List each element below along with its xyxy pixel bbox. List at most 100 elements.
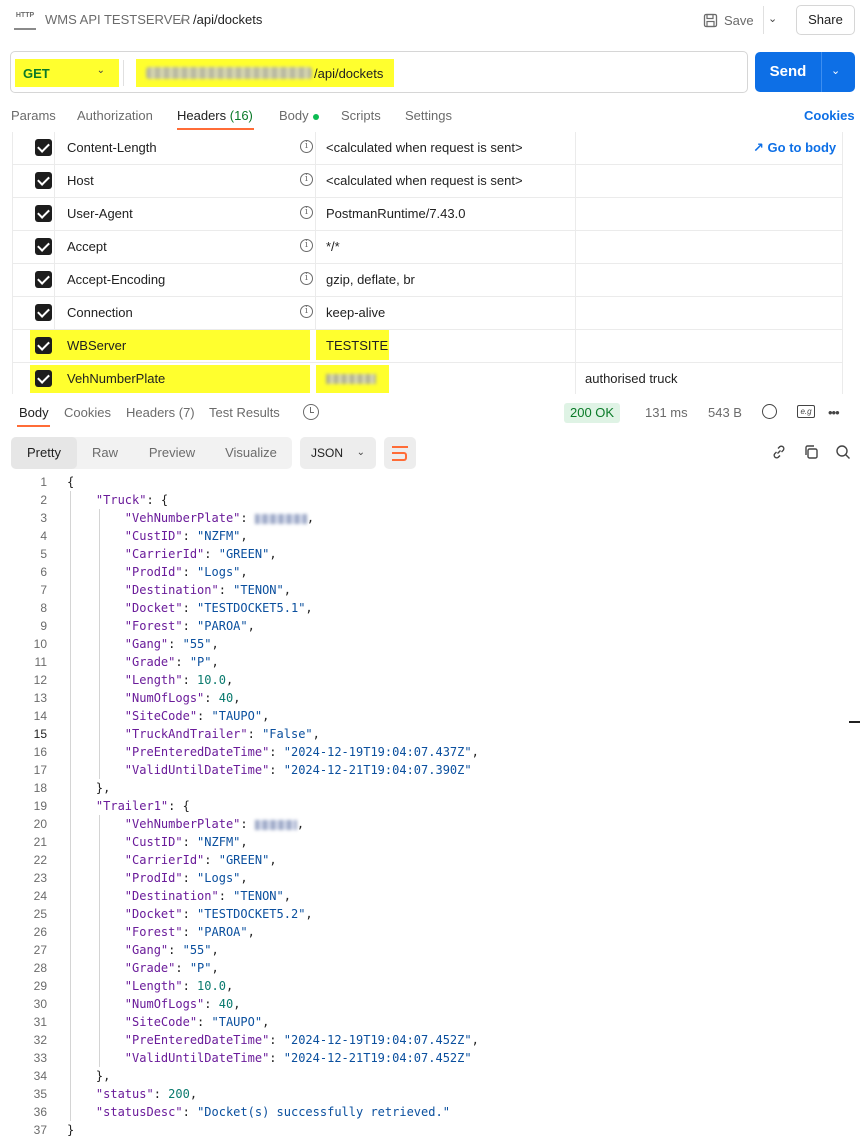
checkbox[interactable] <box>35 238 52 255</box>
more-icon[interactable]: ••• <box>828 405 840 420</box>
header-description[interactable]: authorised truck <box>585 371 678 386</box>
header-value[interactable]: */* <box>326 239 340 254</box>
header-key[interactable]: Host <box>67 173 94 188</box>
search-icon[interactable] <box>834 444 852 462</box>
view-visualize[interactable]: Visualize <box>213 437 289 469</box>
redacted-header-value[interactable] <box>326 374 376 384</box>
wrap-lines-button[interactable] <box>384 437 416 469</box>
divider <box>575 231 576 264</box>
active-tab-indicator <box>17 425 50 427</box>
tab-response-body[interactable]: Body <box>19 405 49 420</box>
checkbox[interactable] <box>35 304 52 321</box>
view-pretty[interactable]: Pretty <box>11 437 77 469</box>
header-key[interactable]: WBServer <box>67 338 126 353</box>
line-number: 21 <box>33 835 47 849</box>
tab-body[interactable]: Body <box>279 108 319 123</box>
status-badge[interactable]: 200 OK <box>564 403 621 423</box>
method-select[interactable]: GET ⌄ <box>15 59 119 87</box>
line-number: 35 <box>33 1087 47 1101</box>
divider <box>763 6 764 34</box>
header-key[interactable]: User-Agent <box>67 206 133 221</box>
code-line: 30 "NumOfLogs": 40, <box>0 995 848 1013</box>
response-size[interactable]: 543 B <box>708 405 742 420</box>
save-options-chevron-icon[interactable]: ⌄ <box>768 12 784 28</box>
checkbox[interactable] <box>35 337 52 354</box>
format-select[interactable]: JSON ⌄ <box>300 437 376 469</box>
tab-headers[interactable]: Headers (16) <box>177 108 253 123</box>
history-icon[interactable] <box>303 404 319 420</box>
code-line: 22 "CarrierId": "GREEN", <box>0 851 848 869</box>
tab-settings[interactable]: Settings <box>405 108 452 123</box>
view-preview[interactable]: Preview <box>135 437 209 469</box>
header-key[interactable]: Accept-Encoding <box>67 272 165 287</box>
code-line: 24 "Destination": "TENON", <box>0 887 848 905</box>
save-example-icon[interactable]: e.g <box>797 405 815 418</box>
tab-test-results[interactable]: Test Results <box>209 405 280 420</box>
header-value[interactable]: gzip, deflate, br <box>326 272 415 287</box>
copy-icon[interactable] <box>802 444 820 462</box>
line-number: 28 <box>33 961 47 975</box>
save-label: Save <box>724 12 754 28</box>
tab-response-headers[interactable]: Headers (7) <box>126 405 195 420</box>
response-body-viewer[interactable]: 1{2 "Truck": {3 "VehNumberPlate": ,4 "Cu… <box>0 473 848 1145</box>
code-text: }, <box>67 781 111 795</box>
body-indicator-dot <box>312 113 319 120</box>
checkbox[interactable] <box>35 139 52 156</box>
code-line: 5 "CarrierId": "GREEN", <box>0 545 848 563</box>
header-value[interactable]: PostmanRuntime/7.43.0 <box>326 206 465 221</box>
line-number: 19 <box>33 799 47 813</box>
info-icon[interactable]: i <box>300 239 313 252</box>
tab-scripts[interactable]: Scripts <box>341 108 381 123</box>
tab-response-cookies[interactable]: Cookies <box>64 405 111 420</box>
checkbox[interactable] <box>35 370 52 387</box>
line-number: 30 <box>33 997 47 1011</box>
header-key[interactable]: VehNumberPlate <box>67 371 165 386</box>
breadcrumb-collection[interactable]: WMS API TESTSERVER <box>45 12 190 27</box>
tab-body-label: Body <box>279 108 309 123</box>
divider <box>315 132 316 165</box>
http-request-icon: HTTP <box>14 10 36 30</box>
send-button[interactable]: Send <box>755 52 821 92</box>
share-button[interactable]: Share <box>796 5 855 35</box>
code-line: 6 "ProdId": "Logs", <box>0 563 848 581</box>
view-raw[interactable]: Raw <box>77 437 133 469</box>
checkbox[interactable] <box>35 172 52 189</box>
url-input[interactable]: /api/dockets <box>136 59 394 87</box>
save-button[interactable]: Save <box>703 6 763 34</box>
go-to-body-link[interactable]: ↗ Go to body <box>753 140 836 156</box>
info-icon[interactable]: i <box>300 173 313 186</box>
breadcrumb-request-name[interactable]: /api/dockets <box>193 12 262 27</box>
header-value[interactable]: keep-alive <box>326 305 385 320</box>
checkbox[interactable] <box>35 271 52 288</box>
header-value[interactable]: TESTSITE <box>326 338 388 353</box>
link-icon[interactable] <box>770 444 788 462</box>
divider <box>575 165 576 198</box>
checkbox[interactable] <box>35 205 52 222</box>
header-value[interactable]: <calculated when request is sent> <box>326 173 523 188</box>
tab-authorization[interactable]: Authorization <box>77 108 153 123</box>
info-icon[interactable]: i <box>300 305 313 318</box>
send-button-group: Send ⌄ <box>755 52 855 92</box>
send-options-chevron-icon[interactable]: ⌄ <box>831 64 840 77</box>
cookies-link[interactable]: Cookies <box>804 108 855 123</box>
line-number: 22 <box>33 853 47 867</box>
response-time[interactable]: 131 ms <box>645 405 688 420</box>
globe-icon[interactable] <box>762 404 777 419</box>
code-line: 36 "statusDesc": "Docket(s) successfully… <box>0 1103 848 1121</box>
header-key[interactable]: Accept <box>67 239 107 254</box>
info-icon[interactable]: i <box>300 272 313 285</box>
code-line: 14 "SiteCode": "TAUPO", <box>0 707 848 725</box>
info-icon[interactable]: i <box>300 206 313 219</box>
code-line: 34 }, <box>0 1067 848 1085</box>
redacted-value <box>254 513 307 524</box>
header-key[interactable]: Connection <box>67 305 133 320</box>
line-number: 20 <box>33 817 47 831</box>
tab-params[interactable]: Params <box>11 108 56 123</box>
scrollbar-marker[interactable] <box>849 721 860 723</box>
header-value[interactable]: <calculated when request is sent> <box>326 140 523 155</box>
code-line: 16 "PreEnteredDateTime": "2024-12-19T19:… <box>0 743 848 761</box>
header-key[interactable]: Content-Length <box>67 140 157 155</box>
code-line: 18 }, <box>0 779 848 797</box>
line-number: 12 <box>33 673 47 687</box>
info-icon[interactable]: i <box>300 140 313 153</box>
